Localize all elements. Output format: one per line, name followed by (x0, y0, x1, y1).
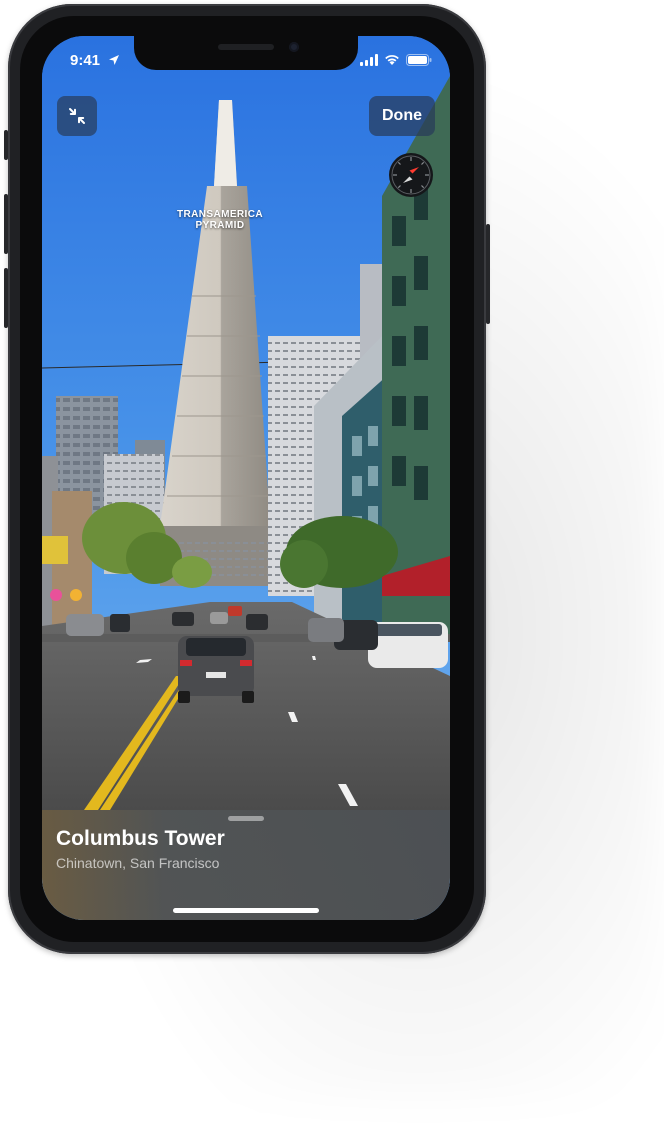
volume-up-button (4, 194, 8, 254)
poi-label-line2: PYRAMID (195, 220, 245, 231)
front-camera (289, 42, 299, 52)
place-card[interactable]: Columbus Tower Chinatown, San Francisco (42, 810, 450, 920)
volume-down-button (4, 268, 8, 328)
silent-switch (4, 130, 8, 160)
compass-button[interactable] (389, 153, 433, 197)
power-button (486, 224, 490, 324)
screen: 9:41 Done TRANSAMERICA PYRAMID Columbus … (42, 36, 450, 920)
collapse-arrows-icon (69, 108, 85, 124)
status-time: 9:41 (70, 52, 101, 69)
status-icons (360, 54, 432, 66)
earpiece-speaker (218, 44, 274, 50)
cellular-signal-icon (360, 54, 378, 66)
notch (134, 36, 358, 70)
done-button[interactable]: Done (369, 96, 435, 136)
battery-icon (406, 54, 432, 66)
sheet-grabber[interactable] (228, 816, 264, 821)
poi-label-transamerica[interactable]: TRANSAMERICA PYRAMID (162, 209, 278, 231)
poi-label-line1: TRANSAMERICA (177, 209, 263, 220)
compass-icon (391, 155, 431, 195)
location-arrow-icon (109, 55, 119, 65)
place-title: Columbus Tower (56, 827, 225, 850)
lead-car (178, 636, 254, 703)
wifi-icon (385, 55, 399, 65)
place-subtitle: Chinatown, San Francisco (56, 855, 220, 871)
collapse-button[interactable] (57, 96, 97, 136)
home-indicator[interactable] (173, 908, 319, 913)
